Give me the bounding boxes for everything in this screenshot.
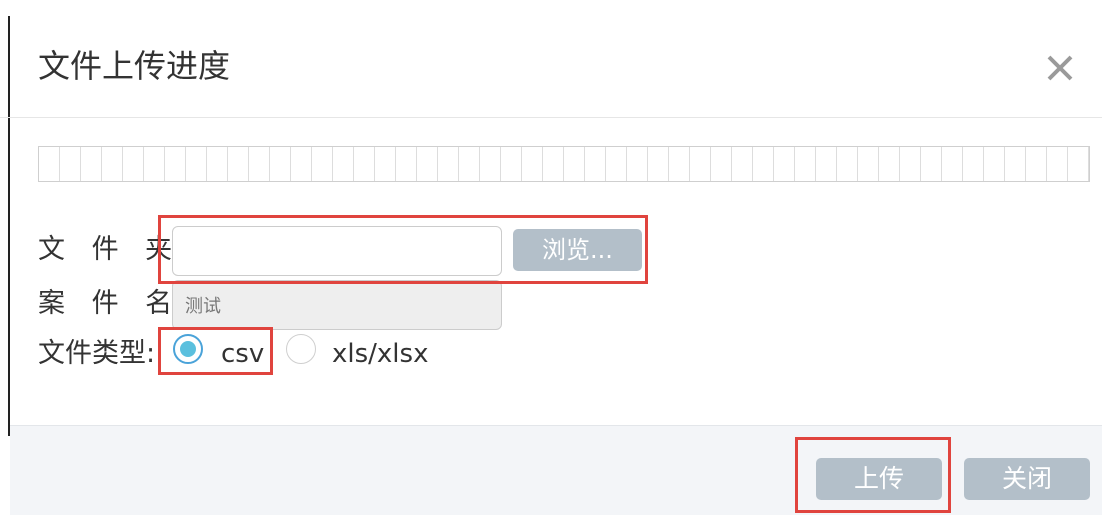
radio-selected-dot [180,341,196,357]
upload-progress-bar [38,146,1090,182]
radio-xls-xlsx[interactable] [286,334,316,364]
close-icon[interactable] [1040,48,1080,88]
dialog-title: 文件上传进度 [38,47,231,85]
radio-csv-label[interactable]: csv [221,336,264,372]
folder-input[interactable] [172,226,502,276]
file-type-label: 文件类型: [38,338,156,369]
case-name-input[interactable] [172,280,502,330]
dialog-header: 文件上传进度 [0,0,1102,118]
upload-button[interactable]: 上传 [816,458,942,500]
browse-button[interactable]: 浏览... [513,229,642,271]
progress-grid [39,147,1089,181]
close-button[interactable]: 关闭 [964,458,1090,500]
radio-xls-xlsx-label[interactable]: xls/xlsx [332,336,428,372]
radio-csv[interactable] [173,334,203,364]
